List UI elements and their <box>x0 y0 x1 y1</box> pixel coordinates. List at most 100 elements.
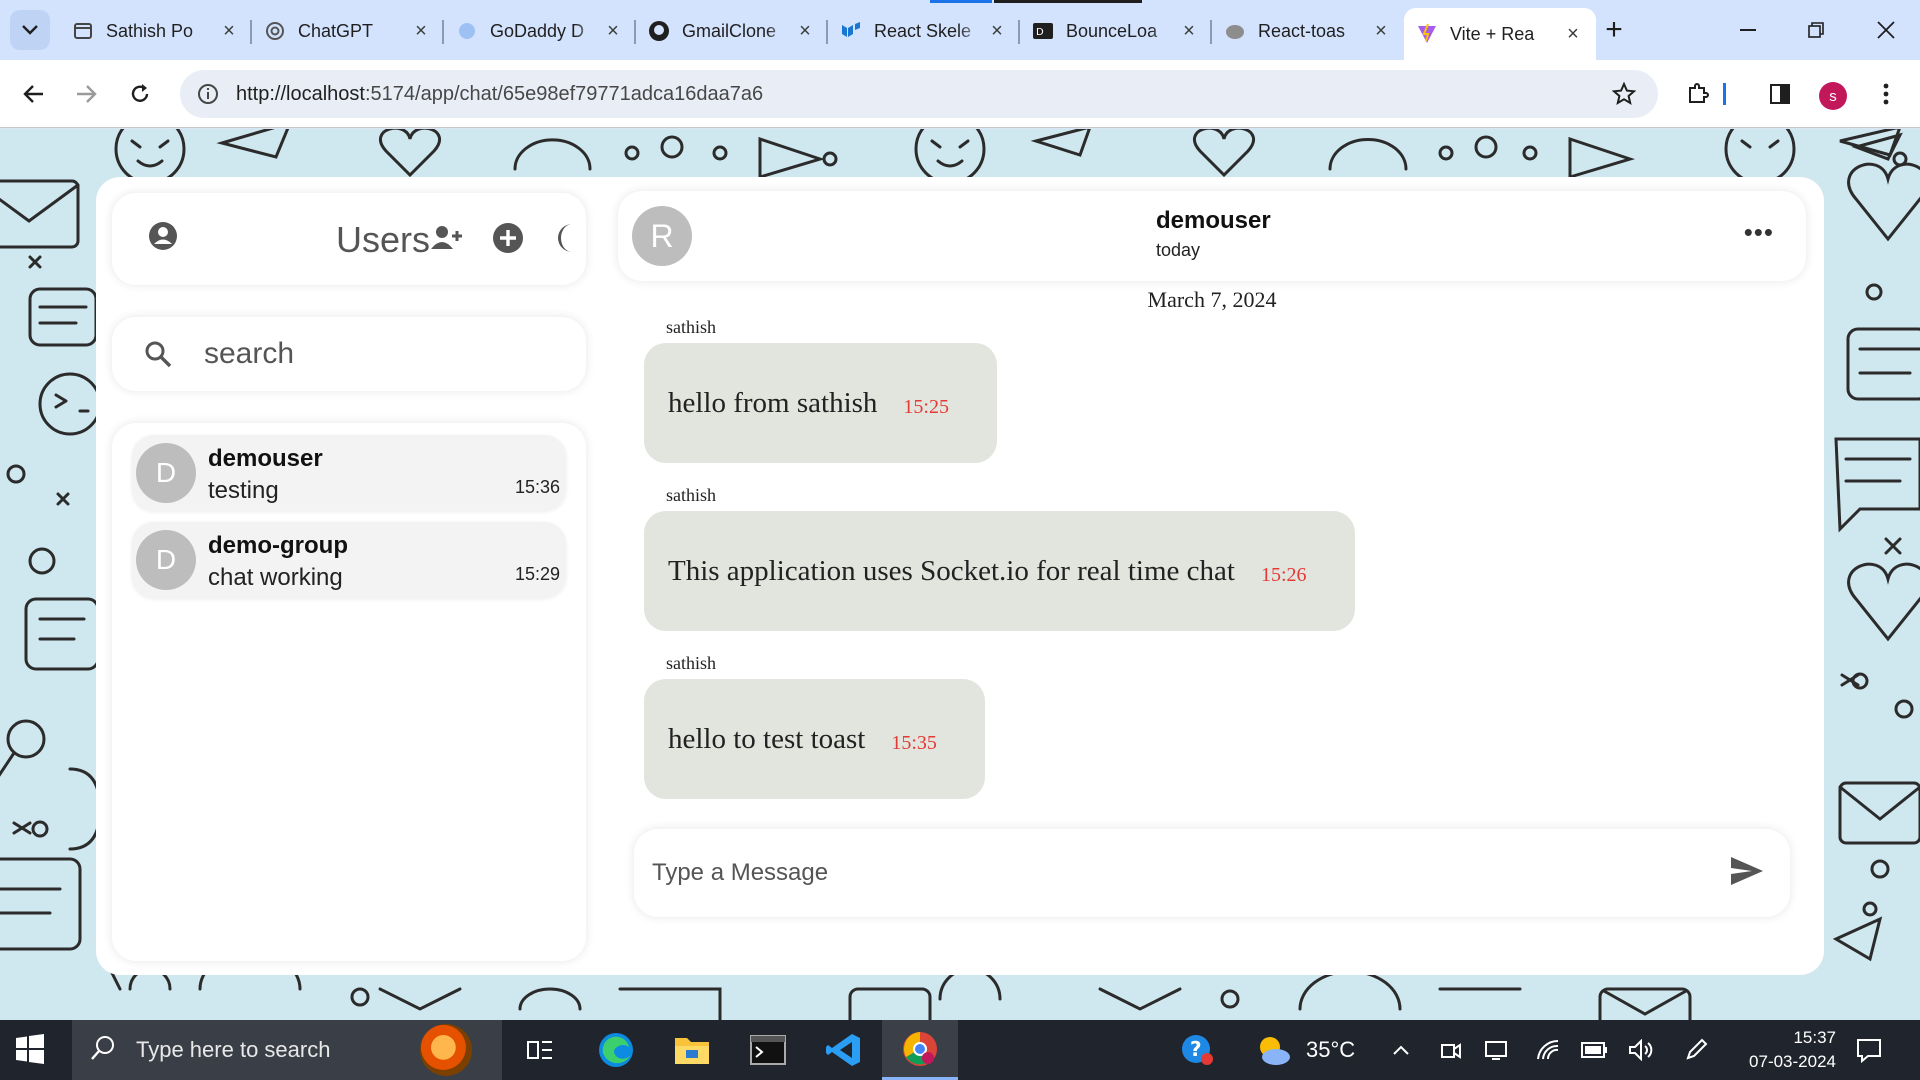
forward-button[interactable] <box>66 74 106 114</box>
weather-widget[interactable]: 35°C <box>1254 1020 1355 1080</box>
chat-last-message: testing <box>208 477 279 504</box>
clock-date: 07-03-2024 <box>1749 1052 1836 1071</box>
close-icon[interactable]: × <box>1370 20 1392 42</box>
browser-tab[interactable]: React-toas × <box>1212 8 1404 54</box>
restore-button[interactable] <box>1794 12 1838 48</box>
search-icon <box>90 1035 116 1066</box>
close-icon[interactable]: × <box>1178 20 1200 42</box>
profile-avatar[interactable]: s <box>1819 82 1847 110</box>
wifi-icon[interactable] <box>1536 1020 1560 1080</box>
minimize-button[interactable] <box>1726 12 1770 48</box>
sidebar-title: Users <box>336 219 431 260</box>
tab-title: Vite + Rea <box>1450 23 1535 44</box>
windows-start-icon[interactable] <box>16 1034 44 1069</box>
arrow-left-icon <box>23 85 43 103</box>
tab-title: BounceLoa <box>1066 20 1158 41</box>
portfolio-icon <box>72 20 94 42</box>
meet-now-icon[interactable] <box>1440 1020 1462 1080</box>
svg-text:?: ? <box>1190 1037 1202 1061</box>
browser-toolbar: http://localhost:5174/app/chat/65e98ef79… <box>0 60 1920 128</box>
close-icon[interactable]: × <box>218 20 240 42</box>
chat-list-item[interactable]: D demo-group chat working 15:29 <box>132 522 566 598</box>
tab-title: GoDaddy D <box>490 20 585 41</box>
message-list[interactable]: March 7, 2024 sathish hello from sathish… <box>618 281 1806 821</box>
message-text: hello from sathish <box>668 386 878 419</box>
url-host: http://localhost <box>236 82 365 105</box>
tab-loading-bar <box>930 0 992 3</box>
search-icon[interactable] <box>142 338 174 370</box>
tab-search-button[interactable] <box>10 10 50 50</box>
vscode-icon[interactable] <box>806 1020 882 1080</box>
chevron-up-icon[interactable] <box>1392 1020 1410 1080</box>
browser-tab[interactable]: React Skele × <box>828 8 1020 54</box>
browser-tab[interactable]: D BounceLoa × <box>1020 8 1212 54</box>
side-panel-icon[interactable] <box>1762 76 1798 112</box>
close-window-button[interactable] <box>1864 12 1908 48</box>
search-highlight-icon <box>420 1024 472 1076</box>
back-button[interactable] <box>14 74 54 114</box>
close-icon[interactable]: × <box>602 20 624 42</box>
mui-icon <box>840 20 862 42</box>
browser-tab[interactable]: GmailClone × <box>636 8 828 54</box>
search-bar <box>112 317 586 391</box>
browser-tab[interactable]: Sathish Po × <box>60 8 252 54</box>
browser-tab-active[interactable]: Vite + Rea × <box>1404 8 1596 60</box>
chat-time: 15:36 <box>514 477 560 497</box>
reload-icon <box>131 84 149 102</box>
chat-header: R demouser today ••• <box>618 191 1806 281</box>
notification-icon[interactable] <box>1856 1020 1882 1080</box>
close-icon[interactable]: × <box>986 20 1008 42</box>
address-bar[interactable]: http://localhost:5174/app/chat/65e98ef79… <box>180 70 1658 118</box>
browser-tab[interactable]: ChatGPT × <box>252 8 444 54</box>
search-input[interactable] <box>204 337 564 371</box>
contact-avatar[interactable]: R <box>632 206 692 266</box>
avatar: D <box>136 530 196 590</box>
reload-button[interactable] <box>120 74 160 114</box>
battery-icon[interactable] <box>1580 1020 1608 1080</box>
godaddy-icon <box>456 20 478 42</box>
browser-tabstrip: Sathish Po × ChatGPT × GoDaddy D × Gmail… <box>0 0 1920 60</box>
tab-title: React-toas <box>1258 20 1346 41</box>
terminal-icon[interactable] <box>730 1020 806 1080</box>
new-tab-button[interactable]: + <box>1598 13 1630 46</box>
extensions-icon[interactable] <box>1680 76 1716 112</box>
chatgpt-icon <box>264 20 286 42</box>
chrome-icon[interactable] <box>882 1020 958 1080</box>
taskbar-search-box[interactable]: Type here to search <box>72 1020 502 1080</box>
url-text[interactable]: http://localhost:5174/app/chat/65e98ef79… <box>236 83 763 106</box>
close-icon[interactable]: × <box>1562 23 1584 45</box>
chevron-down-icon <box>22 25 38 35</box>
tab-loading-bar <box>994 0 1142 3</box>
task-view-icon[interactable] <box>502 1020 578 1080</box>
system-clock[interactable]: 15:37 07-03-2024 <box>1726 1026 1836 1074</box>
site-info-icon[interactable] <box>184 70 232 118</box>
edge-browser-icon[interactable] <box>578 1020 654 1080</box>
bookmark-star-icon[interactable] <box>1611 81 1637 111</box>
volume-icon[interactable] <box>1628 1020 1654 1080</box>
monitor-icon[interactable] <box>1484 1020 1508 1080</box>
tab-title: GmailClone <box>682 20 777 41</box>
browser-tab[interactable]: GoDaddy D × <box>444 8 636 54</box>
toolbar-divider <box>1722 76 1726 112</box>
taskbar-search-text: Type here to search <box>136 1037 331 1062</box>
file-explorer-icon[interactable] <box>654 1020 730 1080</box>
message-input[interactable] <box>652 859 1652 887</box>
chat-list-item[interactable]: D demouser testing 15:36 <box>132 435 566 511</box>
close-icon[interactable]: × <box>794 20 816 42</box>
account-circle-icon[interactable] <box>148 221 178 256</box>
add-user-icon[interactable] <box>430 223 464 258</box>
kebab-menu-icon[interactable] <box>1868 76 1904 112</box>
svg-text:D: D <box>1036 27 1044 38</box>
tab-title: React Skele <box>874 20 972 41</box>
help-icon[interactable]: ? <box>1180 1020 1214 1080</box>
send-icon[interactable] <box>1730 855 1764 892</box>
pen-icon[interactable] <box>1684 1020 1708 1080</box>
tab-title: ChatGPT <box>298 20 374 41</box>
more-options-button[interactable]: ••• <box>1744 217 1774 248</box>
message-sender: sathish <box>666 653 717 673</box>
message-text: hello to test toast <box>668 722 866 755</box>
message-bubble: hello to test toast 15:35 <box>644 679 985 799</box>
dark-mode-toggle-icon[interactable] <box>550 222 578 259</box>
close-icon[interactable]: × <box>410 20 432 42</box>
add-circle-icon[interactable] <box>492 222 524 259</box>
